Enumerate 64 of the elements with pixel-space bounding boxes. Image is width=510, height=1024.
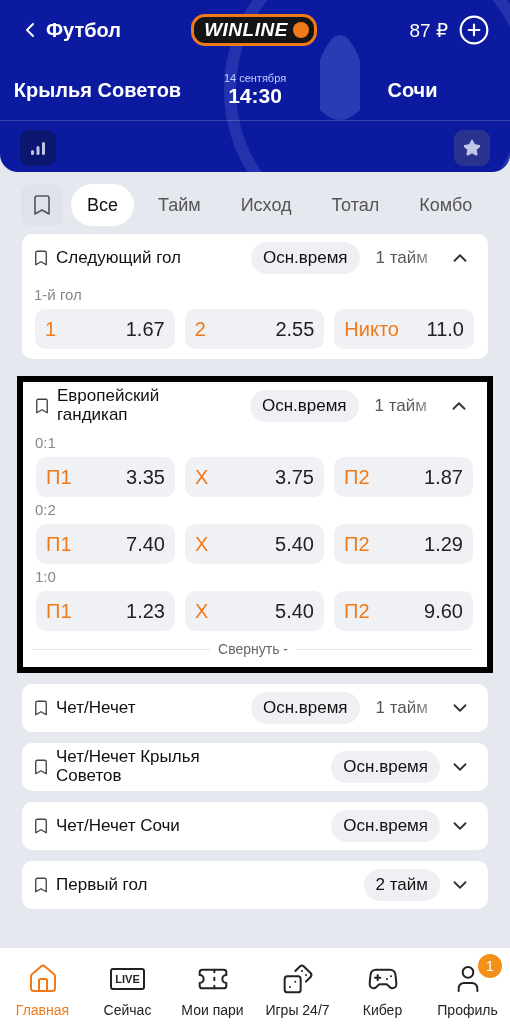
market-title: Чет/Нечет xyxy=(56,698,137,718)
bookmark-icon[interactable] xyxy=(32,249,50,267)
odds-button[interactable]: П1 3.35 xyxy=(36,457,175,497)
market-tab[interactable]: Исход xyxy=(224,184,308,226)
balance-text: 87 ₽ xyxy=(409,18,448,42)
group-label: 1:0 xyxy=(34,567,57,587)
group-label: 1-й гол xyxy=(33,285,83,305)
period-chip[interactable]: 2 тайм xyxy=(363,869,440,901)
nav-item[interactable]: Мои пари xyxy=(170,948,255,1024)
nav-item[interactable]: LIVE Сейчас xyxy=(85,948,170,1024)
odds-button[interactable]: 1 1.67 xyxy=(35,309,175,349)
bookmark-icon[interactable] xyxy=(33,397,51,415)
period-chip[interactable]: Осн.время xyxy=(331,810,440,842)
bookmark-icon[interactable] xyxy=(32,876,50,894)
period-chip[interactable]: Осн.время xyxy=(331,751,440,783)
market-tab[interactable]: Тотал xyxy=(315,184,396,226)
bar-chart-icon xyxy=(30,140,46,156)
odds-button[interactable]: П2 1.29 xyxy=(334,524,473,564)
add-funds-icon[interactable] xyxy=(458,14,490,46)
bookmark-icon[interactable] xyxy=(32,758,50,776)
odds-button[interactable]: Х 5.40 xyxy=(185,591,324,631)
market-tab[interactable]: Тайм xyxy=(142,184,217,226)
bookmark-icon[interactable] xyxy=(32,699,50,717)
market-title: Чет/Нечет Крылья Советов xyxy=(56,748,201,786)
odds-button[interactable]: 2 2.55 xyxy=(184,309,325,349)
odds-button[interactable]: П1 7.40 xyxy=(36,524,175,564)
team-name: Крылья Советов xyxy=(12,78,183,102)
back-link[interactable]: Футбол xyxy=(18,18,192,42)
nav-item[interactable]: Профиль 1 xyxy=(425,948,510,1024)
odds-button[interactable]: Х 3.75 xyxy=(185,457,324,497)
team-name: Сочи xyxy=(386,78,439,102)
odds-button[interactable]: П1 1.23 xyxy=(36,591,175,631)
live-icon: LIVE xyxy=(110,968,145,990)
period-chip[interactable]: 1 тайм xyxy=(363,242,440,274)
favorite-button[interactable] xyxy=(454,130,490,166)
odds-button[interactable]: Х 5.40 xyxy=(185,524,324,564)
period-chip[interactable]: 1 тайм xyxy=(362,390,439,422)
market-tab[interactable]: Комбо xyxy=(403,184,489,226)
odds-button[interactable]: П2 9.60 xyxy=(334,591,473,631)
match-time: 14:30 xyxy=(228,84,282,108)
market-title: Первый гол xyxy=(56,875,149,895)
group-label: 0:1 xyxy=(34,433,57,453)
period-chip[interactable]: Осн.время xyxy=(250,692,360,724)
market-title: Следующий гол xyxy=(56,248,182,268)
nav-item[interactable]: Игры 24/7 xyxy=(255,948,340,1024)
group-label: 0:2 xyxy=(34,500,57,520)
market-title: Европейский гандикап xyxy=(57,387,161,425)
bookmark-icon[interactable] xyxy=(32,817,50,835)
star-icon xyxy=(463,139,481,157)
market-title: Чет/Нечет Сочи xyxy=(56,816,181,836)
period-chip[interactable]: Осн.время xyxy=(250,242,360,274)
stats-button[interactable] xyxy=(20,130,56,166)
notification-badge: 1 xyxy=(478,954,502,978)
period-chip[interactable]: Осн.время xyxy=(249,390,359,422)
nav-item[interactable]: Кибер xyxy=(340,948,425,1024)
collapse-link[interactable]: Свернуть - xyxy=(218,641,288,657)
odds-button[interactable]: П2 1.87 xyxy=(334,457,473,497)
dice-icon xyxy=(281,963,314,995)
winline-logo: WINLINE xyxy=(191,14,317,46)
period-chip[interactable]: 1 тайм xyxy=(363,692,440,724)
odds-button[interactable]: Никто 11.0 xyxy=(334,309,474,349)
market-tab[interactable]: Все xyxy=(71,184,135,226)
bookmark-button[interactable] xyxy=(21,184,63,226)
match-date: 14 сентября xyxy=(223,72,287,84)
